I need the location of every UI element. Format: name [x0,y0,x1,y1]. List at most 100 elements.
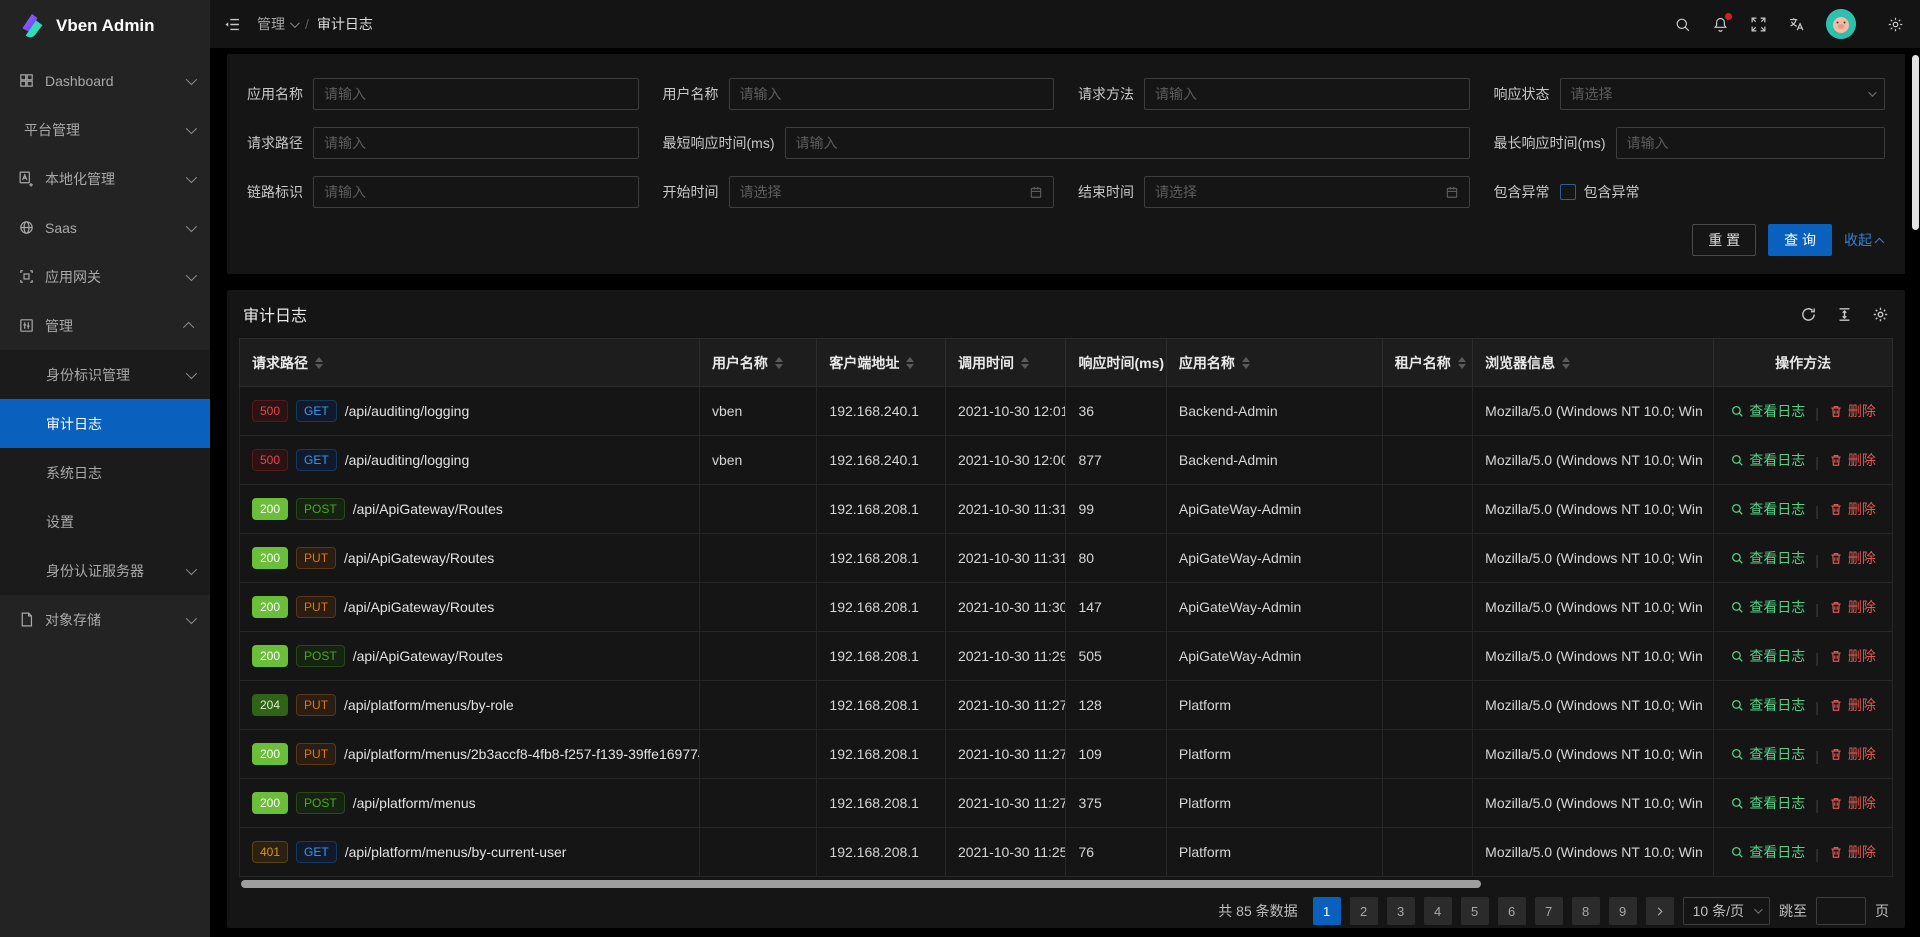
page-button-8[interactable]: 8 [1572,897,1600,925]
cell-user-name [699,828,816,877]
fullscreen-icon[interactable] [1750,16,1767,33]
delete-button[interactable]: 删除 [1829,842,1876,862]
page-button-2[interactable]: 2 [1350,897,1378,925]
table-row: 204PUT/api/platform/menus/by-role192.168… [240,681,1893,730]
cell-actions: 查看日志|删除 [1714,779,1893,828]
response-status-select[interactable]: 请选择 [1560,78,1886,110]
pagination-pages: 123456789 [1313,897,1637,925]
column-header-调用时间[interactable]: 调用时间 [945,339,1066,387]
min-response-time-input[interactable] [785,127,1470,159]
brand-logo[interactable]: Vben Admin [0,0,210,52]
sidebar-item-Saas[interactable]: Saas [0,203,210,252]
column-settings-icon[interactable] [1872,306,1889,323]
column-header-用户名称[interactable]: 用户名称 [699,339,816,387]
bell-icon[interactable] [1712,16,1729,33]
delete-button[interactable]: 删除 [1829,695,1876,715]
translate-icon[interactable] [1788,16,1805,33]
page-button-5[interactable]: 5 [1461,897,1489,925]
reset-button[interactable]: 重 置 [1692,224,1756,256]
app-name-input[interactable] [313,78,639,110]
user-name-input[interactable] [729,78,1055,110]
request-path-input[interactable] [313,127,639,159]
delete-button[interactable]: 删除 [1829,548,1876,568]
sidebar-item-Dashboard[interactable]: Dashboard [0,56,210,105]
view-log-button[interactable]: 查看日志 [1730,744,1805,764]
breadcrumb-separator: / [305,16,309,32]
settings-icon[interactable] [1887,16,1904,33]
request-method-input[interactable] [1144,78,1470,110]
delete-button[interactable]: 删除 [1829,499,1876,519]
request-path-text: /api/ApiGateway/Routes [344,599,494,615]
sidebar-item-平台管理[interactable]: 平台管理 [0,105,210,154]
query-button[interactable]: 查 询 [1768,224,1832,256]
delete-button[interactable]: 删除 [1829,401,1876,421]
response-status-label: 响应状态 [1494,84,1550,104]
view-log-button[interactable]: 查看日志 [1730,695,1805,715]
sidebar-item-系统日志[interactable]: 系统日志 [0,448,210,497]
view-log-button[interactable]: 查看日志 [1730,548,1805,568]
collapse-link[interactable]: 收起 [1844,230,1885,250]
page-button-7[interactable]: 7 [1535,897,1563,925]
page-button-1[interactable]: 1 [1313,897,1341,925]
row-height-icon[interactable] [1836,306,1853,323]
action-divider: | [1815,650,1819,666]
jump-page-input[interactable] [1816,897,1866,925]
sidebar-item-本地化管理[interactable]: 本地化管理 [0,154,210,203]
status-badge: 200 [252,596,288,618]
cell-user-name [699,681,816,730]
delete-icon [1829,551,1843,565]
delete-button[interactable]: 删除 [1829,450,1876,470]
column-header-应用名称[interactable]: 应用名称 [1166,339,1382,387]
sidebar-item-管理[interactable]: 管理 [0,301,210,350]
column-header-租户名称[interactable]: 租户名称 [1382,339,1472,387]
scrollbar-thumb[interactable] [241,880,1481,888]
view-log-button[interactable]: 查看日志 [1730,646,1805,666]
end-time-picker[interactable]: 请选择 [1144,176,1470,208]
page-button-4[interactable]: 4 [1424,897,1452,925]
cell-request-path: 200POST/api/platform/menus [240,779,700,828]
column-header-响应时间(ms)[interactable]: 响应时间(ms) [1066,339,1166,387]
delete-button[interactable]: 删除 [1829,646,1876,666]
cell-client-address: 192.168.208.1 [817,534,946,583]
start-time-picker[interactable]: 请选择 [729,176,1055,208]
cell-request-path: 200POST/api/ApiGateway/Routes [240,485,700,534]
cell-browser-info: Mozilla/5.0 (Windows NT 10.0; Win [1473,534,1714,583]
max-response-time-input[interactable] [1616,127,1886,159]
view-log-button[interactable]: 查看日志 [1730,842,1805,862]
page-button-3[interactable]: 3 [1387,897,1415,925]
search-icon[interactable] [1674,16,1691,33]
column-header-客户端地址[interactable]: 客户端地址 [817,339,946,387]
breadcrumb-parent[interactable]: 管理 [257,14,297,34]
include-exception-checkbox[interactable] [1560,184,1576,200]
delete-button[interactable]: 删除 [1829,597,1876,617]
page-size-select[interactable]: 10 条/页 [1683,897,1770,925]
view-log-button[interactable]: 查看日志 [1730,597,1805,617]
sidebar-item-设置[interactable]: 设置 [0,497,210,546]
delete-button[interactable]: 删除 [1829,744,1876,764]
avatar[interactable] [1826,9,1856,39]
menu-fold-icon[interactable] [224,16,241,33]
next-page-button[interactable] [1646,897,1674,925]
column-header-请求路径[interactable]: 请求路径 [240,339,700,387]
delete-icon [1829,453,1843,467]
trace-id-input[interactable] [313,176,639,208]
column-header-浏览器信息[interactable]: 浏览器信息 [1473,339,1714,387]
refresh-icon[interactable] [1800,306,1817,323]
page-button-9[interactable]: 9 [1609,897,1637,925]
table-row: 200POST/api/ApiGateway/Routes192.168.208… [240,632,1893,681]
sidebar-item-身份认证服务器[interactable]: 身份认证服务器 [0,546,210,595]
sidebar-item-应用网关[interactable]: 应用网关 [0,252,210,301]
view-log-button[interactable]: 查看日志 [1730,450,1805,470]
request-path-text: /api/platform/menus/by-role [344,697,514,713]
cell-app-name: Platform [1166,730,1382,779]
delete-button[interactable]: 删除 [1829,793,1876,813]
sidebar-item-审计日志[interactable]: 审计日志 [0,399,210,448]
window-scrollbar-thumb[interactable] [1912,55,1919,230]
page-button-6[interactable]: 6 [1498,897,1526,925]
view-log-button[interactable]: 查看日志 [1730,793,1805,813]
sidebar-item-对象存储[interactable]: 对象存储 [0,595,210,644]
view-log-button[interactable]: 查看日志 [1730,499,1805,519]
sidebar-item-身份标识管理[interactable]: 身份标识管理 [0,350,210,399]
view-log-button[interactable]: 查看日志 [1730,401,1805,421]
cell-browser-info: Mozilla/5.0 (Windows NT 10.0; Win [1473,583,1714,632]
